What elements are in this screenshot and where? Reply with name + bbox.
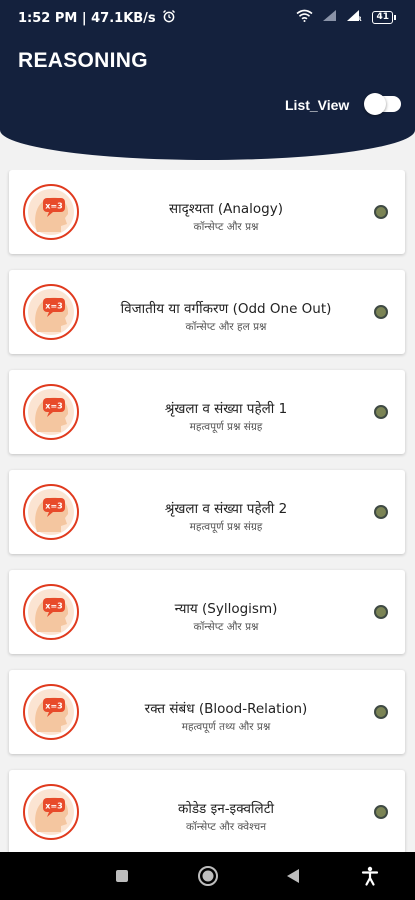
topic-card[interactable]: x=3 श्रृंखला व संख्या पहेली 2 महत्वपूर्ण… bbox=[9, 470, 405, 554]
card-title: रक्त संबंध (Blood-Relation) bbox=[144, 701, 308, 717]
svg-text:x=3: x=3 bbox=[45, 602, 62, 611]
topic-card[interactable]: x=3 न्याय (Syllogism) कॉन्सेप्ट और प्रश्… bbox=[9, 570, 405, 654]
card-title: कोडेड इन-इक्वलिटी bbox=[177, 801, 275, 817]
card-title: श्रृंखला व संख्या पहेली 2 bbox=[164, 501, 288, 517]
card-title: विजातीय या वर्गीकरण (Odd One Out) bbox=[120, 301, 332, 317]
svg-text:x=3: x=3 bbox=[45, 402, 62, 411]
status-dot-icon bbox=[374, 305, 388, 319]
battery-icon: 41 bbox=[372, 11, 396, 24]
card-subtitle: कॉन्सेप्ट और क्वेश्चन bbox=[185, 821, 267, 833]
status-dot-icon bbox=[374, 805, 388, 819]
home-circle-icon[interactable] bbox=[188, 852, 228, 900]
status-bar: 1:52 PM | 47.1KB/s R 41 bbox=[0, 0, 415, 36]
brain-math-icon: x=3 bbox=[23, 784, 79, 840]
svg-text:x=3: x=3 bbox=[45, 202, 62, 211]
brain-math-icon: x=3 bbox=[23, 184, 79, 240]
status-dot-icon bbox=[374, 605, 388, 619]
card-title: न्याय (Syllogism) bbox=[174, 601, 278, 617]
signal-r-icon: R bbox=[346, 9, 363, 26]
status-time-speed: 1:52 PM | 47.1KB/s bbox=[18, 10, 156, 26]
app-header: 1:52 PM | 47.1KB/s R 41 REASONING List_V… bbox=[0, 0, 415, 160]
toggle-knob bbox=[364, 93, 386, 115]
status-dot-icon bbox=[374, 705, 388, 719]
list-view-toggle[interactable] bbox=[364, 93, 401, 115]
card-subtitle: महत्वपूर्ण तथ्य और प्रश्न bbox=[181, 721, 271, 733]
signal-icon bbox=[322, 9, 337, 26]
svg-text:x=3: x=3 bbox=[45, 702, 62, 711]
brain-math-icon: x=3 bbox=[23, 484, 79, 540]
status-dot-icon bbox=[374, 205, 388, 219]
page-title: REASONING bbox=[18, 49, 148, 72]
topic-list[interactable]: x=3 सादृश्यता (Analogy) कॉन्सेप्ट और प्र… bbox=[0, 170, 415, 852]
topic-card[interactable]: x=3 रक्त संबंध (Blood-Relation) महत्वपूर… bbox=[9, 670, 405, 754]
card-subtitle: कॉन्सेप्ट और प्रश्न bbox=[193, 221, 259, 233]
topic-card[interactable]: x=3 श्रृंखला व संख्या पहेली 1 महत्वपूर्ण… bbox=[9, 370, 405, 454]
card-subtitle: महत्वपूर्ण प्रश्न संग्रह bbox=[189, 421, 263, 433]
card-subtitle: महत्वपूर्ण प्रश्न संग्रह bbox=[189, 521, 263, 533]
list-view-label: List_View bbox=[285, 97, 350, 113]
card-subtitle: कॉन्सेप्ट और प्रश्न bbox=[193, 621, 259, 633]
brain-math-icon: x=3 bbox=[23, 584, 79, 640]
accessibility-icon[interactable] bbox=[350, 852, 390, 900]
alarm-icon bbox=[162, 9, 176, 27]
card-subtitle: कॉन्सेप्ट और हल प्रश्न bbox=[185, 321, 267, 333]
card-title: सादृश्यता (Analogy) bbox=[168, 201, 283, 217]
brain-math-icon: x=3 bbox=[23, 684, 79, 740]
status-dot-icon bbox=[374, 505, 388, 519]
brain-math-icon: x=3 bbox=[23, 284, 79, 340]
svg-text:R: R bbox=[357, 16, 362, 22]
svg-text:x=3: x=3 bbox=[45, 302, 62, 311]
svg-text:x=3: x=3 bbox=[45, 802, 62, 811]
recents-square-icon[interactable] bbox=[102, 852, 142, 900]
system-nav-bar bbox=[0, 852, 415, 900]
topic-card[interactable]: x=3 कोडेड इन-इक्वलिटी कॉन्सेप्ट और क्वेश… bbox=[9, 770, 405, 852]
topic-card[interactable]: x=3 सादृश्यता (Analogy) कॉन्सेप्ट और प्र… bbox=[9, 170, 405, 254]
brain-math-icon: x=3 bbox=[23, 384, 79, 440]
back-triangle-icon[interactable] bbox=[273, 852, 313, 900]
card-title: श्रृंखला व संख्या पहेली 1 bbox=[164, 401, 288, 417]
status-dot-icon bbox=[374, 405, 388, 419]
topic-card[interactable]: x=3 विजातीय या वर्गीकरण (Odd One Out) कॉ… bbox=[9, 270, 405, 354]
svg-text:x=3: x=3 bbox=[45, 502, 62, 511]
wifi-icon bbox=[296, 9, 313, 26]
